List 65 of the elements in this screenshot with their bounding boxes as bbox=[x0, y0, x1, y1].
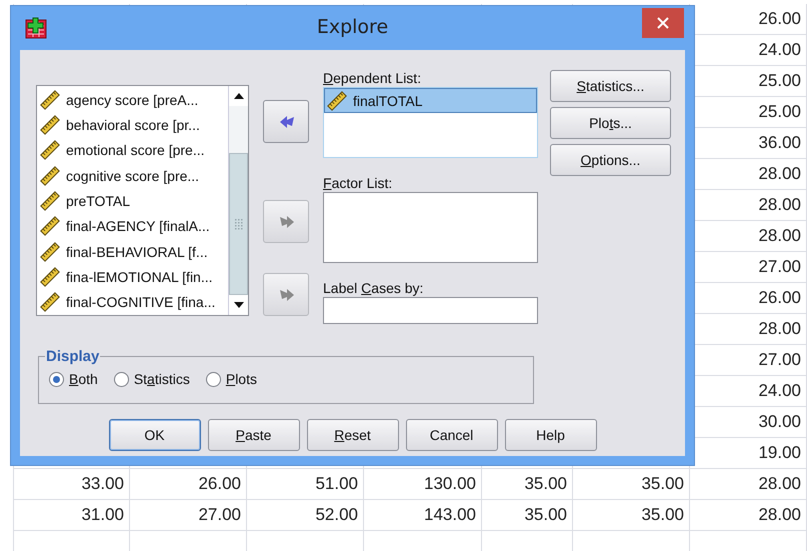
group-title: Display bbox=[45, 348, 100, 365]
table-cell: 26.00 bbox=[758, 288, 801, 308]
dialog-button[interactable]: Paste bbox=[208, 419, 300, 451]
variable-item[interactable]: final-COGNITIVE [fina... bbox=[37, 290, 228, 315]
table-cell: 27.00 bbox=[758, 350, 801, 370]
window-title: Explore bbox=[316, 16, 388, 38]
table-cell: 26.00 bbox=[198, 474, 241, 494]
close-icon bbox=[657, 17, 669, 29]
ruler-icon bbox=[327, 90, 347, 111]
move-button[interactable] bbox=[263, 100, 309, 143]
close-button[interactable] bbox=[642, 8, 684, 38]
table-cell: 35.00 bbox=[641, 505, 684, 525]
variable-item[interactable]: final-BEHAVIORAL [f... bbox=[37, 238, 228, 264]
table-cell: 33.00 bbox=[81, 474, 124, 494]
table-cell: 25.00 bbox=[758, 102, 801, 122]
dialog-button[interactable]: OK bbox=[108, 419, 200, 451]
table-cell: 36.00 bbox=[758, 133, 801, 153]
label-cases-label: Label Cases by: bbox=[323, 280, 424, 296]
table-cell: 24.00 bbox=[758, 381, 801, 401]
table-cell: 28.00 bbox=[758, 164, 801, 184]
table-cell: 52.00 bbox=[315, 505, 358, 525]
table-cell: 25.00 bbox=[758, 71, 801, 91]
table-cell: 35.00 bbox=[524, 505, 567, 525]
variable-item[interactable]: cognitive score [pre... bbox=[37, 162, 228, 188]
table-cell: 24.00 bbox=[758, 40, 801, 60]
table-cell: 130.00 bbox=[424, 474, 476, 494]
variable-item[interactable]: behavioral score [pr... bbox=[37, 112, 228, 138]
variable-item[interactable]: fina-lEMOTIONAL [fin... bbox=[37, 264, 228, 290]
radio-option[interactable]: Plots bbox=[206, 371, 257, 387]
table-cell: 28.00 bbox=[758, 226, 801, 246]
scrollbar[interactable] bbox=[228, 86, 248, 315]
down-arrow-icon bbox=[234, 302, 244, 308]
table-cell: 26.00 bbox=[758, 9, 801, 29]
variable-item[interactable]: preTOTAL bbox=[37, 188, 228, 214]
table-cell: 143.00 bbox=[424, 505, 476, 525]
table-cell: 28.00 bbox=[758, 319, 801, 339]
radio-option[interactable]: Statistics bbox=[114, 371, 190, 387]
factor-list-label: Factor List: bbox=[323, 175, 394, 191]
table-cell: 35.00 bbox=[641, 474, 684, 494]
label-cases-field[interactable] bbox=[323, 297, 538, 324]
table-cell: 51.00 bbox=[315, 474, 358, 494]
variable-item[interactable]: final-AGENCY [finalA... bbox=[37, 214, 228, 239]
table-cell: 30.00 bbox=[758, 412, 801, 432]
table-cell: 19.00 bbox=[758, 443, 801, 463]
up-arrow-icon bbox=[234, 93, 244, 99]
table-cell: 28.00 bbox=[758, 474, 801, 494]
table-cell: 28.00 bbox=[758, 195, 801, 215]
table-cell: 27.00 bbox=[758, 257, 801, 277]
table-cell: 27.00 bbox=[198, 505, 241, 525]
dialog-button[interactable]: Help bbox=[504, 419, 596, 451]
variable-item[interactable]: finalTOTAL bbox=[324, 88, 537, 114]
dialog-button[interactable]: Options... bbox=[550, 144, 671, 176]
radio-option[interactable]: Both bbox=[49, 371, 98, 387]
dialog-button[interactable]: Plots... bbox=[550, 107, 671, 139]
dialog-button[interactable]: Statistics... bbox=[550, 70, 671, 102]
dependent-list-label: Dependent List: bbox=[323, 70, 422, 86]
grip-icon bbox=[234, 218, 244, 230]
table-cell: 31.00 bbox=[81, 505, 124, 525]
app-icon bbox=[25, 17, 47, 39]
variable-item[interactable]: emotional score [pre... bbox=[37, 138, 228, 163]
dialog-button[interactable]: Reset bbox=[306, 419, 398, 451]
dialog-button[interactable]: Cancel bbox=[406, 419, 498, 451]
table-cell: 35.00 bbox=[524, 474, 567, 494]
table-cell: 28.00 bbox=[758, 505, 801, 525]
variable-item[interactable]: agency score [preA... bbox=[37, 87, 228, 112]
